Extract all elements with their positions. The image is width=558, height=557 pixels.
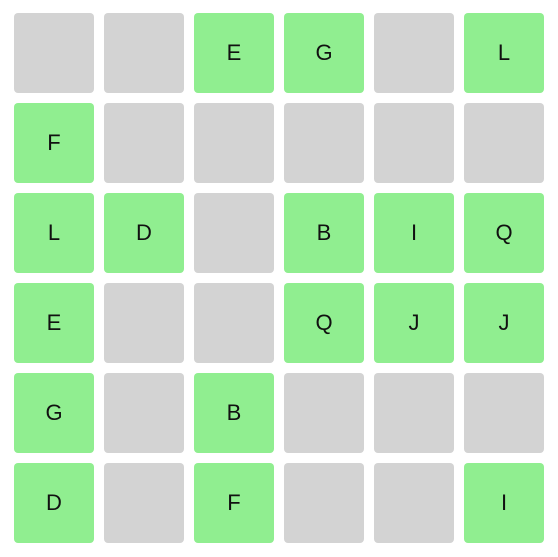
grid-cell-r2-c3[interactable] <box>194 103 274 183</box>
grid-cell-r5-c5[interactable] <box>374 373 454 453</box>
grid-cell-r1-c2[interactable] <box>104 13 184 93</box>
grid-cell-r1-c3[interactable]: E <box>194 13 274 93</box>
grid-cell-r6-c5[interactable] <box>374 463 454 543</box>
grid-cell-r1-c4[interactable]: G <box>284 13 364 93</box>
grid-cell-r2-c5[interactable] <box>374 103 454 183</box>
grid-cell-r4-c2[interactable] <box>104 283 184 363</box>
grid-cell-r2-c1[interactable]: F <box>14 103 94 183</box>
grid-cell-r6-c1[interactable]: D <box>14 463 94 543</box>
grid-cell-r5-c6[interactable] <box>464 373 544 453</box>
grid-cell-r3-c1[interactable]: L <box>14 193 94 273</box>
grid-cell-r2-c2[interactable] <box>104 103 184 183</box>
grid-cell-r2-c4[interactable] <box>284 103 364 183</box>
grid-cell-r3-c5[interactable]: I <box>374 193 454 273</box>
grid-cell-r5-c4[interactable] <box>284 373 364 453</box>
grid-cell-r4-c4[interactable]: Q <box>284 283 364 363</box>
grid-cell-r2-c6[interactable] <box>464 103 544 183</box>
grid-cell-r1-c1[interactable] <box>14 13 94 93</box>
grid-cell-r4-c6[interactable]: J <box>464 283 544 363</box>
grid-cell-r4-c1[interactable]: E <box>14 283 94 363</box>
game-board: EGLFLDBIQEQJJGBDFI <box>14 13 544 543</box>
grid-cell-r4-c3[interactable] <box>194 283 274 363</box>
grid-cell-r5-c2[interactable] <box>104 373 184 453</box>
grid-cell-r5-c1[interactable]: G <box>14 373 94 453</box>
grid-cell-r3-c2[interactable]: D <box>104 193 184 273</box>
grid-cell-r3-c3[interactable] <box>194 193 274 273</box>
grid-cell-r6-c4[interactable] <box>284 463 364 543</box>
grid-cell-r3-c4[interactable]: B <box>284 193 364 273</box>
grid-cell-r5-c3[interactable]: B <box>194 373 274 453</box>
grid-cell-r1-c6[interactable]: L <box>464 13 544 93</box>
grid-cell-r6-c3[interactable]: F <box>194 463 274 543</box>
grid-cell-r4-c5[interactable]: J <box>374 283 454 363</box>
grid-cell-r3-c6[interactable]: Q <box>464 193 544 273</box>
grid-cell-r1-c5[interactable] <box>374 13 454 93</box>
grid-cell-r6-c6[interactable]: I <box>464 463 544 543</box>
grid-cell-r6-c2[interactable] <box>104 463 184 543</box>
